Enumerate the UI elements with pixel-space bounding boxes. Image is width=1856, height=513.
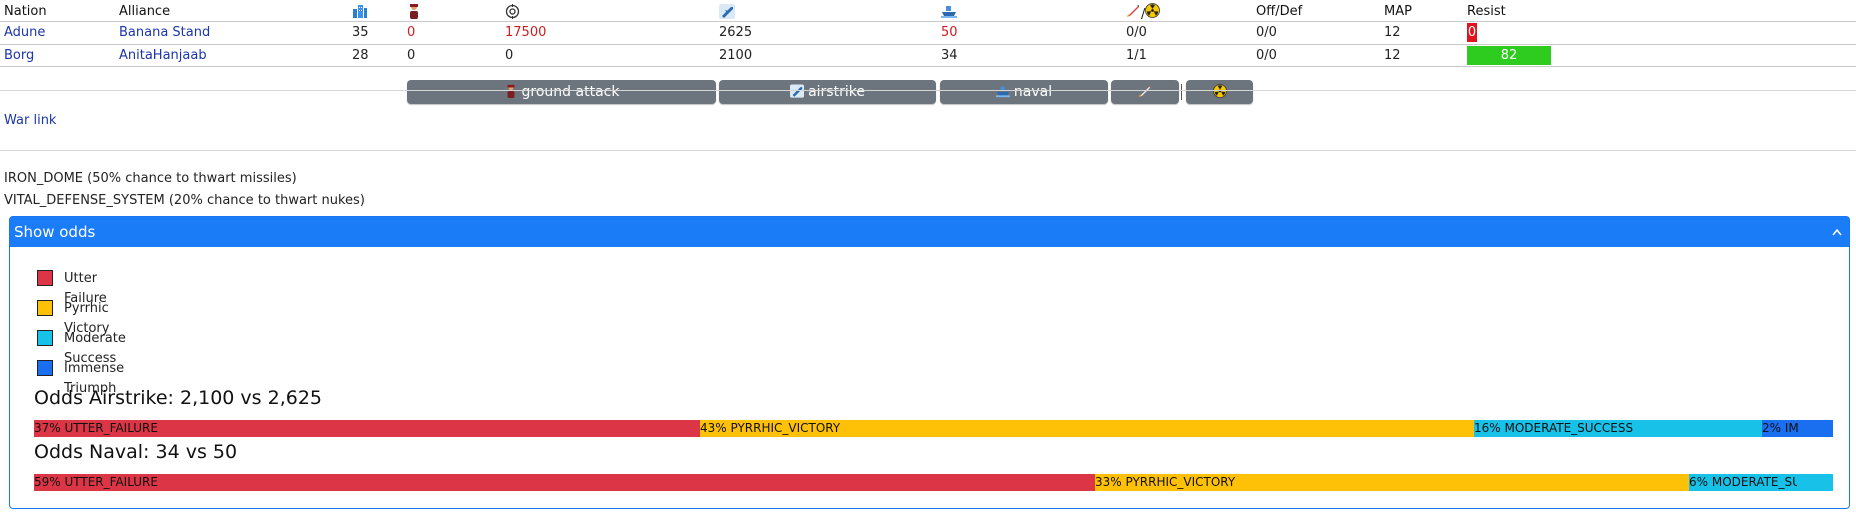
section-divider xyxy=(0,150,1856,151)
missile-nuke-header: / xyxy=(1126,3,1161,22)
alliance-link[interactable]: AnitaHanjaab xyxy=(119,48,207,63)
odds-segment: 16% MODERATE_SUCCESS xyxy=(1474,420,1762,437)
offdef-value: 0/0 xyxy=(1256,48,1277,63)
row-divider xyxy=(0,44,1856,45)
resist-value: 82 xyxy=(1500,48,1518,63)
project-iron-dome: IRON_DOME (50% chance to thwart missiles… xyxy=(4,171,297,186)
odds-panel: Show odds Utter Failure Pyrrhic Victory … xyxy=(9,216,1850,509)
resist-bar: 0 xyxy=(1467,23,1477,42)
ships-value: 34 xyxy=(941,48,958,63)
odds-airstrike-bar: 37% UTTER_FAILURE 43% PYRRHIC_VICTORY 16% … xyxy=(34,420,1833,437)
legend-swatch xyxy=(37,360,53,376)
map-value: 12 xyxy=(1384,48,1401,63)
nuke-button[interactable] xyxy=(1186,80,1253,104)
odds-segment: 43% PYRRHIC_VICTORY xyxy=(700,420,1474,437)
odds-naval-title: Odds Naval: 34 vs 50 xyxy=(34,441,238,463)
nation-link[interactable]: Borg xyxy=(4,48,34,63)
header-map: MAP xyxy=(1384,4,1412,19)
city-icon xyxy=(352,4,368,22)
ship-icon xyxy=(941,4,957,22)
odds-airstrike-title: Odds Airstrike: 2,100 vs 2,625 xyxy=(34,387,323,409)
aircraft-value: 2625 xyxy=(719,25,753,40)
naval-label: naval xyxy=(1013,84,1053,100)
show-odds-toggle[interactable]: Show odds xyxy=(10,217,1849,247)
odds-segment: 37% UTTER_FAILURE xyxy=(34,420,700,437)
odds-segment: 59% UTTER_FAILURE xyxy=(34,474,1095,491)
ground-attack-button[interactable]: ground attack xyxy=(407,80,716,104)
nuke-icon xyxy=(1145,3,1161,22)
show-odds-title: Show odds xyxy=(14,223,96,241)
odds-segment: 6% MODERATE_SUCC xyxy=(1689,474,1797,491)
header-offdef: Off/Def xyxy=(1256,4,1303,19)
missile-icon xyxy=(1126,3,1141,22)
legend-swatch xyxy=(37,330,53,346)
nation-link[interactable]: Adune xyxy=(4,25,45,40)
missile-icon xyxy=(1138,82,1152,98)
soldiers-value: 0 xyxy=(407,25,416,40)
infra-value: 35 xyxy=(352,25,369,40)
legend-swatch xyxy=(37,300,53,316)
plane-icon xyxy=(790,82,805,98)
missiles-nukes-value: 1/1 xyxy=(1126,48,1147,63)
missile-button[interactable] xyxy=(1111,80,1179,104)
infra-value: 28 xyxy=(352,48,369,63)
button-divider xyxy=(1181,84,1182,100)
naval-button[interactable]: naval xyxy=(940,80,1108,104)
chevron-up-icon xyxy=(1831,217,1843,257)
header-resist: Resist xyxy=(1467,4,1506,19)
soldiers-value: 0 xyxy=(407,48,416,63)
row-divider xyxy=(0,66,1856,67)
odds-segment xyxy=(1797,474,1833,491)
ships-value: 50 xyxy=(941,25,958,40)
resist-value: 0 xyxy=(1467,25,1477,40)
tanks-value: 17500 xyxy=(505,25,547,40)
odds-naval-bar: 59% UTTER_FAILURE 33% PYRRHIC_VICTORY 6% M… xyxy=(34,474,1833,491)
project-vital-defense: VITAL_DEFENSE_SYSTEM (20% chance to thwa… xyxy=(4,193,365,208)
map-value: 12 xyxy=(1384,25,1401,40)
war-link[interactable]: War link xyxy=(4,113,56,128)
tanks-value: 0 xyxy=(505,48,514,63)
airstrike-button[interactable]: airstrike xyxy=(719,80,936,104)
aircraft-value: 2100 xyxy=(719,48,753,63)
soldier-icon xyxy=(407,3,421,23)
airstrike-label: airstrike xyxy=(808,84,865,100)
header-alliance: Alliance xyxy=(119,4,171,19)
soldier-icon xyxy=(504,82,518,98)
row-divider xyxy=(0,90,1856,91)
offdef-value: 0/0 xyxy=(1256,25,1277,40)
header-nation: Nation xyxy=(4,4,47,19)
ground-attack-label: ground attack xyxy=(521,84,620,100)
row-divider xyxy=(0,21,1856,22)
missiles-nukes-value: 0/0 xyxy=(1126,25,1147,40)
odds-segment xyxy=(1798,420,1833,437)
legend-swatch xyxy=(37,270,53,286)
ship-icon xyxy=(995,82,1010,98)
resist-bar: 82 xyxy=(1467,46,1551,65)
nuke-icon xyxy=(1212,82,1227,98)
alliance-link[interactable]: Banana Stand xyxy=(119,25,210,40)
odds-segment: 33% PYRRHIC_VICTORY xyxy=(1095,474,1689,491)
